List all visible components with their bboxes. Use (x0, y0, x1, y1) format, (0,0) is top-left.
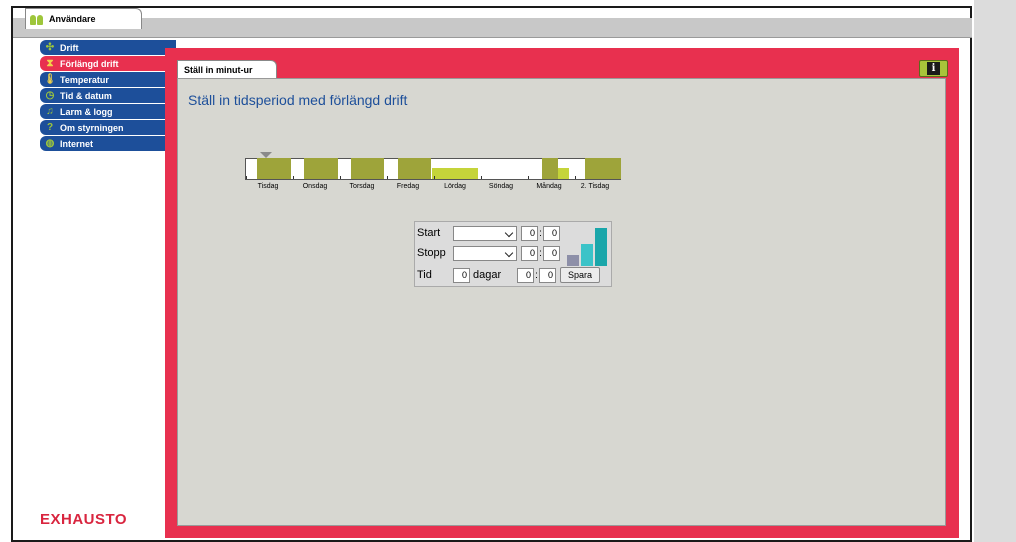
timeline-tick (246, 176, 247, 179)
sidebar-item-label: Temperatur (60, 74, 109, 85)
sidebar-item-label: Förlängd drift (60, 58, 119, 69)
period-block (585, 158, 621, 179)
timeline-tick (481, 176, 482, 179)
stop-minute-input[interactable]: 0 (543, 245, 560, 261)
thermometer-icon: 🌡︎ (43, 73, 57, 85)
user-tab[interactable]: Användare (25, 8, 142, 29)
period-block (304, 158, 338, 179)
sidebar-item-label: Larm & logg (60, 106, 113, 117)
info-icon: i (927, 62, 940, 75)
main-content: Ställ in tidsperiod med förlängd drift T… (177, 78, 946, 526)
page-title: Ställ in tidsperiod med förlängd drift (188, 92, 408, 108)
sidebar-item-larm-logg[interactable]: ♫ Larm & logg (40, 104, 176, 119)
tab-stall-in-minut-ur[interactable]: Ställ in minut-ur (177, 60, 277, 78)
period-block (432, 168, 478, 179)
sidebar-item-om-styrningen[interactable]: ? Om styrningen (40, 120, 176, 135)
tab-label: Ställ in minut-ur (184, 64, 253, 75)
day-label: Fredag (396, 183, 420, 190)
time-minute-input[interactable]: 0 (539, 267, 556, 283)
sidebar-item-internet[interactable]: ◍ Internet (40, 136, 176, 151)
level-bar (581, 244, 593, 266)
period-block (398, 158, 431, 179)
start-label: Start (417, 227, 441, 239)
save-button[interactable]: Spara (560, 267, 600, 283)
question-icon: ? (46, 121, 54, 133)
sidebar-item-drift[interactable]: ✣ Drift (40, 40, 176, 55)
level-bar (595, 228, 607, 266)
sidebar-item-temperatur[interactable]: 🌡︎ Temperatur (40, 72, 176, 87)
day-label: Lördag (444, 183, 466, 190)
sidebar-item-tid-datum[interactable]: ◷ Tid & datum (40, 88, 176, 103)
timeline-tick (528, 176, 529, 179)
time-row: Tid 0 dagar 0 : 0 Spara (417, 266, 600, 284)
exhausto-logo: EXHAUSTO (40, 511, 128, 528)
level-bar (567, 255, 579, 266)
globe-icon: ◍ (45, 137, 55, 149)
start-minute-input[interactable]: 0 (543, 225, 560, 241)
period-block (257, 158, 291, 179)
sidebar-item-label: Om styrningen (60, 122, 124, 133)
week-timeline[interactable] (245, 152, 621, 180)
day-label: Torsdag (349, 183, 375, 190)
timeline-tick (575, 176, 576, 179)
days-unit-label: dagar (473, 269, 502, 281)
stop-row: Stopp 0 : 0 (417, 244, 560, 262)
period-block (542, 158, 558, 179)
timeline-day-labels: Tisdag Onsdag Torsdag Fredag Lördag Sönd… (245, 183, 625, 193)
timeline-tick (293, 176, 294, 179)
user-tab-label: Användare (49, 14, 96, 24)
stop-label: Stopp (417, 247, 446, 259)
timeline-tick (387, 176, 388, 179)
hourglass-icon: ⧗ (46, 57, 54, 69)
stop-day-select[interactable] (453, 245, 517, 261)
timeline-tick (434, 176, 435, 179)
days-input[interactable]: 0 (453, 267, 470, 283)
sidebar-item-label: Tid & datum (60, 90, 112, 101)
period-block (351, 158, 384, 179)
clock-icon: ◷ (45, 89, 55, 101)
day-label: Måndag (536, 183, 562, 190)
right-gutter (974, 0, 1016, 542)
start-row: Start 0 : 0 (417, 224, 560, 242)
fan-level-icon (567, 224, 611, 266)
fan-icon: ✣ (45, 41, 55, 53)
bell-icon: ♫ (46, 105, 54, 117)
sidebar-item-forlangd-drift[interactable]: ⧗ Förlängd drift (40, 56, 176, 71)
time-hour-input[interactable]: 0 (517, 267, 534, 283)
period-block (558, 168, 569, 179)
sidebar-item-label: Internet (60, 138, 94, 149)
day-label: Tisdag (257, 183, 279, 190)
start-hour-input[interactable]: 0 (521, 225, 538, 241)
day-label: Onsdag (302, 183, 328, 190)
start-day-select[interactable] (453, 225, 517, 241)
day-label: Söndag (488, 183, 514, 190)
day-label: 2. Tisdag (580, 183, 610, 190)
period-form: Start 0 : 0 Stopp 0 : 0 Tid 0 dagar 0 : (414, 221, 612, 287)
app-window: Användare ✣ Drift ⧗ Förlängd drift 🌡︎ Te… (11, 6, 972, 542)
info-button[interactable]: i (919, 60, 948, 77)
stop-hour-input[interactable]: 0 (521, 245, 538, 261)
time-label: Tid (417, 269, 432, 281)
top-tab-bar: Användare (13, 8, 972, 38)
users-icon (30, 13, 46, 25)
timeline-tick (340, 176, 341, 179)
sidebar-item-label: Drift (60, 42, 79, 53)
sidebar-nav: ✣ Drift ⧗ Förlängd drift 🌡︎ Temperatur ◷… (40, 40, 176, 152)
